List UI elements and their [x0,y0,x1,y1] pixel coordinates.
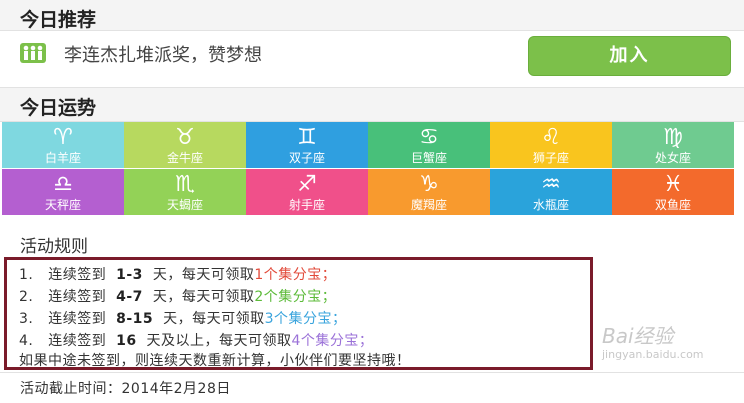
aries-icon: ♈ [53,125,73,150]
taurus-icon: ♉ [175,125,195,150]
aquarius-icon: ♒ [541,172,561,197]
zodiac-pisces[interactable]: ♓ 双鱼座 [612,169,734,215]
watermark-url: jingyan.baidu.com [602,348,704,361]
rules-box: 1. 连续签到 1-3 天，每天可领取1个集分宝； 2. 连续签到 4-7 天，… [4,257,593,370]
end-date: 活动截止时间：2014年2月28日 [20,381,231,397]
leo-icon: ♌ [541,125,561,150]
zodiac-sagittarius[interactable]: ♐ 射手座 [246,169,368,215]
rule-item-2: 2. 连续签到 4-7 天，每天可领取2个集分宝； [19,289,337,305]
capricorn-icon: ♑ [419,172,439,197]
zodiac-label: 白羊座 [44,151,81,165]
zodiac-capricorn[interactable]: ♑ 魔羯座 [368,169,490,215]
zodiac-label: 双子座 [288,151,325,165]
recommend-title: 今日推荐 [20,9,97,31]
people-icon [20,43,46,63]
zodiac-label: 天秤座 [44,198,81,212]
zodiac-label: 射手座 [288,198,325,212]
zodiac-libra[interactable]: ♎ 天秤座 [2,169,124,215]
zodiac-label: 巨蟹座 [410,151,447,165]
divider [0,372,744,373]
rule-note: 如果中途未签到，则连续天数重新计算，小伙伴们要坚持哦！ [19,353,411,369]
rules-title: 活动规则 [20,237,88,257]
scorpio-icon: ♏ [175,172,195,197]
libra-icon: ♎ [53,172,73,197]
zodiac-virgo[interactable]: ♍ 处女座 [612,122,734,168]
virgo-icon: ♍ [663,125,683,150]
zodiac-aquarius[interactable]: ♒ 水瓶座 [490,169,612,215]
recommend-row[interactable]: 李连杰扎堆派奖，赞梦想 加入 [0,31,744,88]
rule-item-4: 4. 连续签到 16 天及以上，每天可领取4个集分宝； [19,333,374,349]
gemini-icon: ♊ [297,125,317,150]
zodiac-scorpio[interactable]: ♏ 天蝎座 [124,169,246,215]
zodiac-label: 金牛座 [166,151,203,165]
zodiac-gemini[interactable]: ♊ 双子座 [246,122,368,168]
zodiac-label: 魔羯座 [410,198,447,212]
zodiac-label: 水瓶座 [532,198,569,212]
rule-item-3: 3. 连续签到 8-15 天，每天可领取3个集分宝； [19,311,347,327]
zodiac-taurus[interactable]: ♉ 金牛座 [124,122,246,168]
zodiac-aries[interactable]: ♈ 白羊座 [2,122,124,168]
watermark-logo: Bai经验 [602,324,674,348]
join-button[interactable]: 加入 [528,36,731,76]
zodiac-leo[interactable]: ♌ 狮子座 [490,122,612,168]
cancer-icon: ♋ [419,125,439,150]
zodiac-cancer[interactable]: ♋ 巨蟹座 [368,122,490,168]
watermark: Bai经验 jingyan.baidu.com [572,318,732,368]
zodiac-label: 天蝎座 [166,198,203,212]
zodiac-label: 狮子座 [532,151,569,165]
recommend-header: 今日推荐 [0,0,744,31]
zodiac-label: 双鱼座 [654,198,691,212]
rule-item-1: 1. 连续签到 1-3 天，每天可领取1个集分宝； [19,267,337,283]
zodiac-label: 处女座 [654,151,691,165]
fortune-header: 今日运势 [0,88,744,122]
sagittarius-icon: ♐ [297,172,317,197]
pisces-icon: ♓ [663,172,683,197]
zodiac-grid: ♈ 白羊座 ♉ 金牛座 ♊ 双子座 ♋ 巨蟹座 ♌ 狮子座 ♍ 处女座 ♎ 天秤座 ♏ 天蝎座 ♐ 射手座 ♑ 魔羯座… [2,122,734,216]
recommend-text[interactable]: 李连杰扎堆派奖，赞梦想 [64,41,262,67]
fortune-title: 今日运势 [20,97,97,119]
